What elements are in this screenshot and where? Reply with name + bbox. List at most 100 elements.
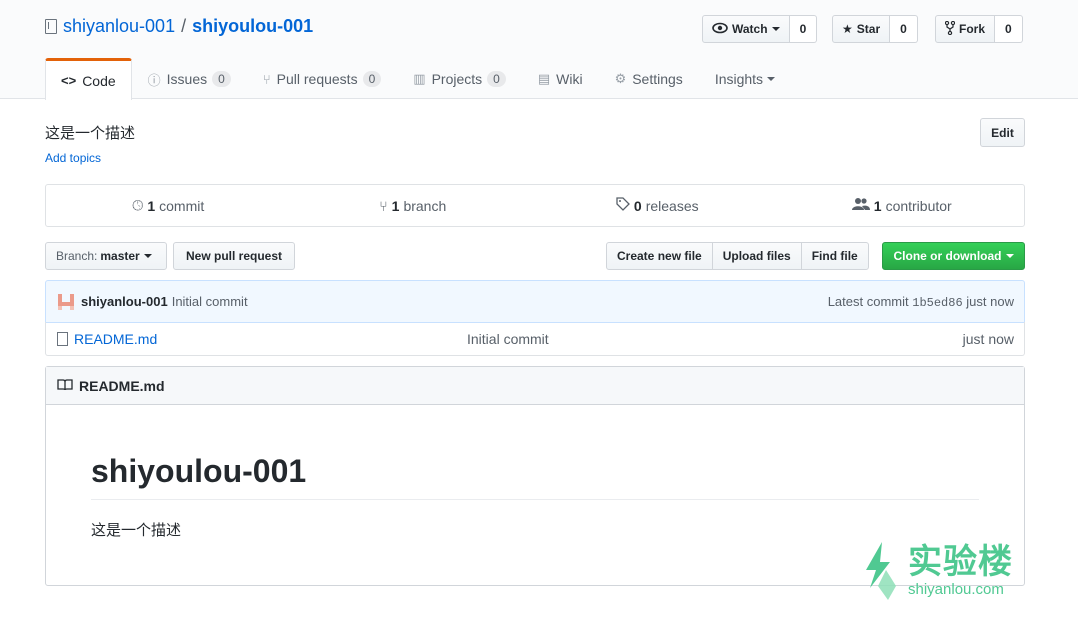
watch-count[interactable]: 0	[789, 15, 818, 43]
tab-projects[interactable]: ▥ Projects 0	[397, 58, 522, 99]
star-icon: ★	[842, 22, 853, 36]
branch-select-button[interactable]: Branch: master	[45, 242, 167, 270]
tab-projects-label: Projects	[431, 71, 483, 87]
project-icon: ▥	[413, 71, 426, 86]
numbers-summary: 🕓︎ 1 commit ⑂ 1 branch 0 releases 1 cont…	[45, 184, 1025, 227]
releases-count: 0	[633, 197, 642, 214]
contributors-label: contributor	[885, 197, 952, 214]
issues-counter: 0	[212, 71, 231, 87]
book-icon	[57, 378, 73, 394]
chevron-down-icon	[771, 27, 780, 31]
tab-wiki-label: Wiki	[556, 71, 583, 87]
pull-requests-counter: 0	[362, 71, 382, 87]
tab-issues-label: Issues	[166, 71, 208, 87]
tab-code[interactable]: <> Code	[45, 58, 132, 100]
shiyanlou-watermark: 实验楼 shiyanlou.com	[860, 540, 1013, 602]
tab-settings[interactable]: ⚙ Settings	[599, 58, 699, 99]
watch-label: Watch	[732, 22, 768, 36]
clone-label: Clone or download	[893, 249, 1002, 263]
tab-insights-label: Insights	[714, 71, 764, 87]
contributors-summary[interactable]: 1 contributor	[780, 185, 1025, 226]
fork-label: Fork	[959, 22, 986, 36]
releases-summary[interactable]: 0 releases	[535, 185, 780, 226]
repo-name-link[interactable]: shiyoulou-001	[192, 16, 313, 37]
repo-title: shiyanlou-001 / shiyoulou-001	[45, 16, 313, 37]
tab-pull-requests-label: Pull requests	[276, 71, 358, 87]
repo-header: shiyanlou-001 / shiyoulou-001 Watch 0 ★ …	[0, 0, 1078, 100]
file-name-link[interactable]: README.md	[74, 331, 467, 347]
create-new-file-button[interactable]: Create new file	[606, 242, 713, 270]
file-commit-message-link[interactable]: Initial commit	[467, 331, 549, 347]
commit-author-link[interactable]: shiyanlou-001	[81, 294, 168, 309]
file-actions-group: Create new file Upload files Find file	[606, 242, 869, 270]
commit-sha-link[interactable]: 1b5ed86	[912, 296, 962, 310]
latest-commit-prefix: Latest commit	[827, 293, 909, 309]
readme-heading: shiyoulou-001	[91, 453, 979, 500]
upload-files-button[interactable]: Upload files	[711, 242, 802, 270]
commits-count: 1	[147, 197, 156, 214]
watch-control: Watch 0	[702, 15, 818, 43]
tab-insights[interactable]: Insights	[699, 58, 791, 99]
fork-control: Fork 0	[935, 15, 1023, 43]
watch-button[interactable]: Watch	[702, 15, 790, 43]
repo-owner-link[interactable]: shiyanlou-001	[63, 16, 175, 37]
commits-label: commit	[159, 197, 205, 214]
releases-label: releases	[645, 197, 699, 214]
code-icon: <>	[61, 73, 77, 88]
people-icon	[851, 197, 870, 214]
star-count[interactable]: 0	[890, 15, 918, 43]
repo-description: 这是一个描述	[45, 125, 136, 142]
watermark-en: shiyanlou.com	[908, 581, 1004, 598]
branch-name: master	[100, 249, 140, 263]
watermark-cn: 实验楼	[908, 543, 1013, 581]
issue-icon: ⓘ	[147, 72, 161, 88]
branch-prefix: Branch:	[56, 249, 98, 263]
repo-nav-tabs: <> Code ⓘ Issues 0 ⑂ Pull requests 0 ▥ P…	[45, 58, 791, 100]
branches-summary[interactable]: ⑂ 1 branch	[291, 185, 536, 226]
clone-or-download-button[interactable]: Clone or download	[882, 242, 1025, 270]
chevron-down-icon	[767, 77, 776, 81]
branch-icon: ⑂	[379, 197, 388, 214]
watermark-text: 实验楼 shiyanlou.com	[908, 543, 1013, 599]
file-row: README.md Initial commit just now	[45, 322, 1025, 356]
star-button[interactable]: ★ Star	[832, 15, 891, 43]
commit-age: just now	[966, 293, 1014, 309]
branches-label: branch	[403, 197, 447, 214]
shiyanlou-logo-icon	[860, 540, 900, 602]
history-icon: 🕓︎	[132, 197, 144, 213]
tag-icon	[616, 197, 630, 214]
tab-issues[interactable]: ⓘ Issues 0	[132, 58, 247, 99]
readme-body: 这是一个描述	[91, 522, 182, 539]
gear-icon: ⚙	[614, 71, 627, 86]
tab-pull-requests[interactable]: ⑂ Pull requests 0	[247, 58, 397, 99]
repo-icon	[45, 19, 57, 34]
projects-counter: 0	[487, 71, 506, 87]
repo-separator: /	[181, 16, 187, 36]
latest-commit-bar: shiyanlou-001 Initial commit Latest comm…	[45, 280, 1025, 323]
file-icon	[57, 331, 68, 346]
file-age: just now	[962, 330, 1014, 347]
commit-message-link[interactable]: Initial commit	[172, 294, 248, 309]
eye-icon	[712, 22, 728, 37]
tab-wiki[interactable]: ▤ Wiki	[522, 58, 599, 99]
fork-button[interactable]: Fork	[935, 15, 996, 43]
book-icon: ▤	[537, 71, 551, 86]
edit-description-button[interactable]: Edit	[980, 118, 1025, 147]
chevron-down-icon	[1005, 254, 1014, 258]
fork-icon	[944, 20, 956, 38]
fork-count[interactable]: 0	[995, 15, 1023, 43]
star-control: ★ Star 0	[832, 15, 918, 43]
readme-header: README.md	[46, 367, 1024, 405]
tab-code-label: Code	[82, 72, 116, 89]
latest-commit-info: Latest commit 1b5ed86 just now	[828, 294, 1014, 310]
find-file-button[interactable]: Find file	[800, 242, 869, 270]
readme-title: README.md	[79, 377, 165, 394]
contributors-count: 1	[873, 197, 882, 214]
add-topics-link[interactable]: Add topics	[45, 151, 101, 165]
avatar[interactable]	[56, 292, 76, 312]
chevron-down-icon	[143, 254, 152, 258]
new-pull-request-button[interactable]: New pull request	[173, 242, 295, 270]
pull-request-icon: ⑂	[262, 71, 271, 87]
branches-count: 1	[391, 197, 400, 214]
commits-summary[interactable]: 🕓︎ 1 commit	[46, 185, 291, 226]
